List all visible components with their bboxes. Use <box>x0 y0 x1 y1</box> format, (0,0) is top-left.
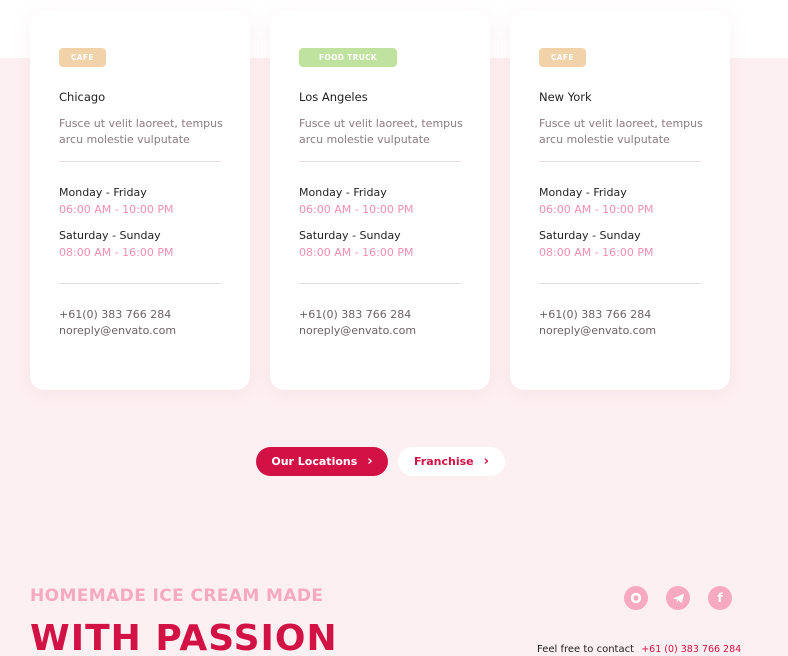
location-description: Fusce ut velit laoreet, tempus arcu mole… <box>539 117 703 146</box>
location-badge: CAFE <box>539 48 586 67</box>
location-card: FOOD TRUCK Los Angeles Fusce ut velit la… <box>270 10 490 390</box>
weekday-label: Monday - Friday <box>299 186 387 199</box>
location-email[interactable]: noreply@envato.com <box>59 323 221 339</box>
github-icon[interactable] <box>624 586 648 610</box>
divider <box>539 283 701 284</box>
weekend-hours: 08:00 AM - 16:00 PM <box>299 246 414 259</box>
chevron-right-icon: › <box>483 454 489 469</box>
location-cards: CAFE Chicago Fusce ut velit laoreet, tem… <box>30 10 730 390</box>
weekend-hours: 08:00 AM - 16:00 PM <box>59 246 174 259</box>
facebook-icon[interactable]: f <box>708 586 732 610</box>
location-badge: CAFE <box>59 48 106 67</box>
weekend-label: Saturday - Sunday <box>539 229 641 242</box>
location-city: New York <box>539 90 592 104</box>
location-phone[interactable]: +61(0) 383 766 284 <box>299 307 461 323</box>
divider <box>59 283 221 284</box>
location-badge: FOOD TRUCK <box>299 48 398 67</box>
weekday-hours: 06:00 AM - 10:00 PM <box>59 203 174 216</box>
footer-headline: WITH PASSION <box>30 618 338 656</box>
social-links: f <box>624 586 732 610</box>
our-locations-button[interactable]: Our Locations › <box>256 447 388 476</box>
divider <box>299 161 461 162</box>
location-phone[interactable]: +61(0) 383 766 284 <box>59 307 221 323</box>
weekend-label: Saturday - Sunday <box>299 229 401 242</box>
our-locations-label: Our Locations <box>271 455 358 468</box>
weekend-label: Saturday - Sunday <box>59 229 161 242</box>
telegram-icon[interactable] <box>666 586 690 610</box>
location-email[interactable]: noreply@envato.com <box>539 323 701 339</box>
footer-tagline: HOMEMADE ICE CREAM MADE <box>30 586 324 606</box>
location-card: CAFE New York Fusce ut velit laoreet, te… <box>510 10 730 390</box>
weekday-hours: 06:00 AM - 10:00 PM <box>539 203 654 216</box>
chevron-right-icon: › <box>367 454 373 469</box>
weekday-label: Monday - Friday <box>59 186 147 199</box>
footer-contact: Feel free to contact +61 (0) 383 766 284 <box>537 644 741 655</box>
contact-label: Feel free to contact <box>537 644 635 655</box>
divider <box>539 161 701 162</box>
location-card: CAFE Chicago Fusce ut velit laoreet, tem… <box>30 10 250 390</box>
location-phone[interactable]: +61(0) 383 766 284 <box>539 307 701 323</box>
weekend-hours: 08:00 AM - 16:00 PM <box>539 246 654 259</box>
franchise-button[interactable]: Franchise › <box>398 447 505 476</box>
location-city: Los Angeles <box>299 90 368 104</box>
location-description: Fusce ut velit laoreet, tempus arcu mole… <box>299 117 463 146</box>
franchise-label: Franchise <box>414 455 474 468</box>
contact-phone[interactable]: +61 (0) 383 766 284 <box>641 644 741 655</box>
location-city: Chicago <box>59 90 106 104</box>
location-description: Fusce ut velit laoreet, tempus arcu mole… <box>59 117 223 146</box>
divider <box>59 161 221 162</box>
weekday-label: Monday - Friday <box>539 186 627 199</box>
divider <box>299 283 461 284</box>
weekday-hours: 06:00 AM - 10:00 PM <box>299 203 414 216</box>
location-email[interactable]: noreply@envato.com <box>299 323 461 339</box>
